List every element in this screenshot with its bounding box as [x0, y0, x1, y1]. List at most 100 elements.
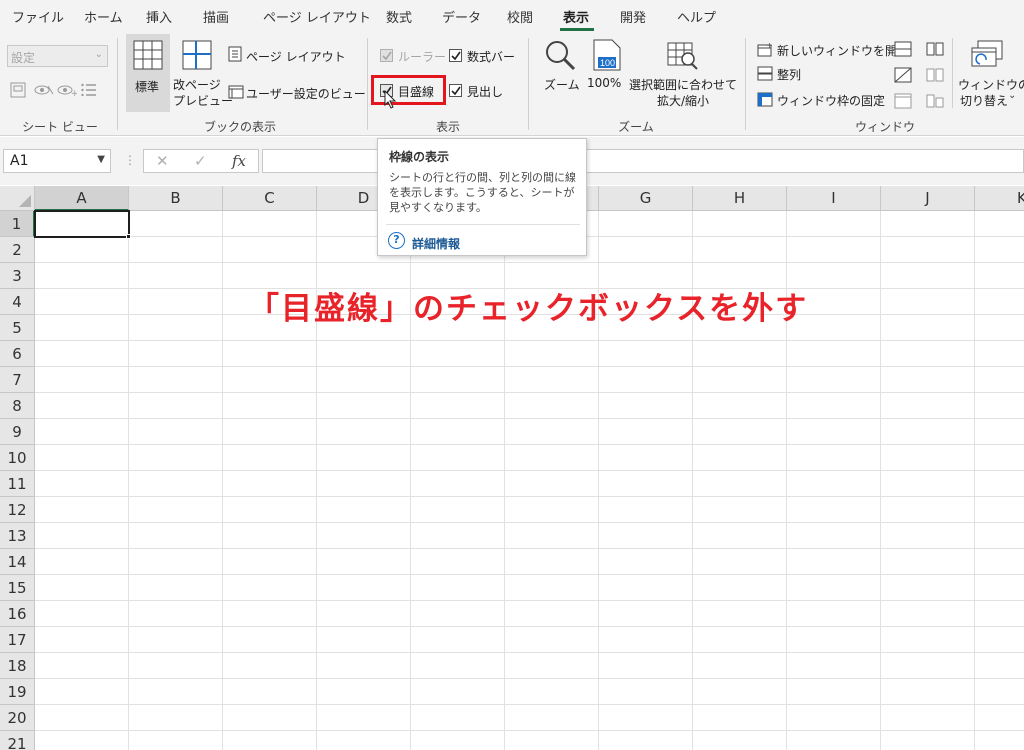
sheet-view-dropdown-value: 設定	[11, 51, 36, 65]
column-header[interactable]: G	[599, 186, 693, 211]
options-list-icon[interactable]	[81, 83, 97, 97]
formula-buttons: ✕ ✓ fx	[143, 149, 259, 173]
tab-help[interactable]: ヘルプ	[677, 7, 716, 26]
view-side-by-side-icon[interactable]	[926, 41, 944, 57]
page-layout-view-button[interactable]: ページ レイアウト	[226, 44, 346, 66]
custom-views-button[interactable]: ユーザー設定のビュー	[226, 81, 366, 103]
arrange-all-label: 整列	[777, 68, 802, 82]
synchronous-scrolling-icon[interactable]	[926, 67, 944, 83]
column-header[interactable]: B	[129, 186, 223, 211]
ruler-label: ルーラー	[398, 50, 447, 64]
exit-view-icon[interactable]	[34, 83, 54, 97]
ruler-checkbox[interactable]	[380, 49, 393, 62]
row-header[interactable]: 11	[0, 471, 35, 497]
insert-function-icon[interactable]: fx	[232, 152, 246, 170]
page-break-preview-button[interactable]: 改ページ プレビュー	[172, 34, 233, 112]
tab-data[interactable]: データ	[442, 7, 481, 26]
gridline	[35, 522, 1024, 523]
row-header[interactable]: 16	[0, 601, 35, 627]
instruction-annotation: 「目盛線」のチェックボックスを外す	[248, 291, 809, 327]
group-label-sheet-view: シート ビュー	[22, 120, 98, 134]
group-separator	[952, 38, 953, 108]
column-header[interactable]: I	[787, 186, 881, 211]
row-header[interactable]: 8	[0, 393, 35, 419]
help-icon: ?	[388, 232, 405, 249]
row-header[interactable]: 9	[0, 419, 35, 445]
row-header[interactable]: 19	[0, 679, 35, 705]
new-window-button[interactable]: + 新しいウィンドウを開く	[755, 40, 909, 60]
zoom-100-icon: 100	[593, 39, 621, 71]
keep-view-icon[interactable]	[10, 82, 26, 98]
zoom-to-selection-button[interactable]: 選択範囲に合わせて 拡大/縮小	[629, 34, 737, 112]
name-box[interactable]: A1 ▼	[3, 149, 111, 173]
gridline	[35, 444, 1024, 445]
drag-handle-icon[interactable]: ⋮	[124, 153, 136, 167]
tooltip-more-info-link[interactable]: 詳細情報	[412, 235, 460, 252]
row-header[interactable]: 12	[0, 497, 35, 523]
tab-developer[interactable]: 開発	[620, 7, 646, 26]
tab-page-layout[interactable]: ページ レイアウト	[263, 7, 371, 26]
formula-bar-checkbox[interactable]	[449, 49, 462, 62]
new-view-icon[interactable]: +	[57, 83, 77, 97]
spreadsheet-grid[interactable]: A B C D E F G H I J K 1 2 3 4 5 6 7 8 9 …	[0, 186, 1024, 750]
normal-view-button[interactable]: 標準	[126, 34, 170, 112]
arrange-all-button[interactable]: 整列	[755, 64, 835, 84]
gridline	[35, 418, 1024, 419]
formula-bar-label: 数式バー	[467, 50, 516, 64]
row-header[interactable]: 15	[0, 575, 35, 601]
column-header[interactable]: J	[881, 186, 975, 211]
column-header[interactable]: H	[693, 186, 787, 211]
column-header[interactable]: A	[35, 186, 129, 211]
row-header[interactable]: 4	[0, 289, 35, 315]
row-header[interactable]: 13	[0, 523, 35, 549]
row-header[interactable]: 21	[0, 731, 35, 750]
tab-draw[interactable]: 描画	[203, 7, 229, 26]
column-header[interactable]: C	[223, 186, 317, 211]
tab-formulas[interactable]: 数式	[386, 7, 412, 26]
select-all-corner[interactable]	[0, 186, 35, 211]
tab-home[interactable]: ホーム	[84, 7, 123, 26]
group-separator	[367, 38, 368, 130]
tab-review[interactable]: 校閲	[507, 7, 533, 26]
fill-handle[interactable]	[126, 234, 131, 239]
headings-label: 見出し	[467, 85, 504, 99]
row-header[interactable]: 18	[0, 653, 35, 679]
row-header[interactable]: 17	[0, 627, 35, 653]
name-box-value: A1	[10, 153, 29, 169]
tooltip-description: シートの行と行の間、列と列の間に線を表示します。こうすると、シートが見やすくなり…	[389, 171, 576, 214]
row-header[interactable]: 7	[0, 367, 35, 393]
tab-file[interactable]: ファイル	[12, 7, 64, 26]
row-header[interactable]: 3	[0, 263, 35, 289]
reset-window-position-icon[interactable]	[926, 93, 944, 109]
gridline	[35, 366, 1024, 367]
tab-view[interactable]: 表示	[563, 7, 589, 26]
unhide-icon[interactable]	[894, 93, 912, 109]
zoom-button[interactable]: ズーム	[538, 34, 584, 112]
row-header[interactable]: 20	[0, 705, 35, 731]
tab-insert[interactable]: 挿入	[146, 7, 172, 26]
zoom-to-selection-icon	[667, 42, 698, 70]
row-header[interactable]: 2	[0, 237, 35, 263]
switch-windows-button[interactable]: ウィンドウの 切り替え ⌄	[954, 34, 1024, 112]
row-header[interactable]: 14	[0, 549, 35, 575]
freeze-panes-button[interactable]: ウィンドウ枠の固定 ⌄	[755, 90, 890, 110]
split-icon[interactable]	[894, 41, 912, 57]
headings-checkbox[interactable]	[449, 84, 462, 97]
ribbon: 設定 ⌄ + シート ビュー 標準 改ページ プレビュー ページ レイアウト ユ…	[0, 32, 1024, 136]
row-header[interactable]: 6	[0, 341, 35, 367]
svg-text:+: +	[71, 89, 77, 97]
row-header[interactable]: 10	[0, 445, 35, 471]
active-cell-a1[interactable]	[34, 210, 130, 238]
row-header[interactable]: 5	[0, 315, 35, 341]
gridline	[35, 626, 1024, 627]
hide-icon[interactable]	[894, 67, 912, 83]
sheet-view-dropdown[interactable]: 設定 ⌄	[7, 45, 108, 67]
enter-icon[interactable]: ✓	[194, 152, 207, 170]
cancel-icon[interactable]: ✕	[156, 152, 169, 170]
row-header[interactable]: 1	[0, 211, 35, 237]
column-header[interactable]: K	[975, 186, 1024, 211]
gridline	[128, 211, 129, 750]
gridline	[35, 600, 1024, 601]
zoom-100-button[interactable]: 100 100%	[585, 34, 629, 112]
gridlines-highlight-box	[371, 75, 446, 105]
